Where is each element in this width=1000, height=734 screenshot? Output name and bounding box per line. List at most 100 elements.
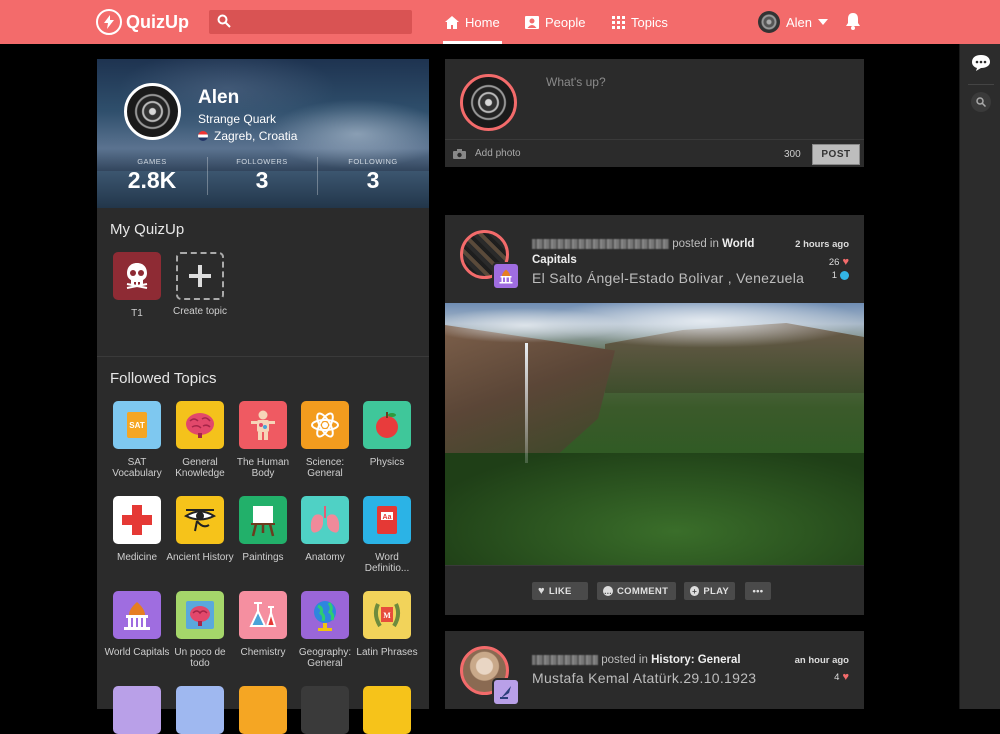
blurred-username[interactable] — [532, 238, 669, 249]
like-button[interactable]: ♥ LIKE — [532, 582, 588, 600]
topic-the-human-body[interactable] — [239, 401, 287, 449]
left-panel: Alen Strange Quark Zagreb, Croatia GAMES… — [97, 59, 429, 734]
nav-home[interactable]: Home — [443, 0, 502, 44]
post-button[interactable]: POST — [812, 144, 860, 165]
comment-icon: … — [603, 586, 613, 596]
play-label: PLAY — [703, 585, 729, 597]
flask-icon — [249, 602, 277, 627]
play-button[interactable]: + PLAY — [684, 582, 735, 600]
topic-tile-partial[interactable] — [176, 686, 224, 734]
stat-label: FOLLOWING — [348, 157, 398, 166]
topic-tile-partial[interactable] — [363, 686, 411, 734]
home-icon — [445, 15, 459, 29]
stat-label: GAMES — [137, 157, 167, 166]
comment-icon — [840, 271, 849, 280]
stat-label: FOLLOWERS — [236, 157, 288, 166]
body-icon — [251, 410, 275, 440]
topic-label: Create topic — [173, 306, 227, 317]
heart-icon: ♥ — [842, 671, 849, 683]
post-topic-link-cont[interactable]: Capitals — [532, 254, 577, 266]
create-topic-button[interactable] — [176, 252, 224, 300]
stat-games[interactable]: GAMES 2.8K — [97, 157, 207, 194]
eye-of-horus-icon — [183, 509, 217, 532]
topic-paintings[interactable] — [239, 496, 287, 544]
blurred-username[interactable] — [532, 654, 598, 665]
topic-physics[interactable] — [363, 401, 411, 449]
post-headline[interactable]: Mustafa Kemal Atatürk.29.10.1923 — [532, 670, 756, 686]
comment-count[interactable]: 1 — [832, 270, 849, 281]
history-quill-icon[interactable] — [492, 678, 520, 706]
search-icon — [217, 14, 231, 33]
profile-name[interactable]: Alen — [198, 87, 239, 109]
stat-value: 3 — [255, 167, 269, 193]
character-count: 300 — [784, 149, 801, 160]
comment-count-value: 1 — [831, 270, 837, 281]
post-actions: ♥ LIKE … COMMENT + PLAY ••• — [445, 565, 864, 615]
comment-button[interactable]: … COMMENT — [597, 582, 676, 600]
notifications-bell-icon[interactable] — [845, 12, 861, 35]
red-cross-icon — [122, 505, 152, 535]
topic-t1[interactable] — [113, 252, 161, 300]
book-icon: SAT — [127, 412, 147, 438]
chevron-down-icon — [818, 19, 829, 25]
topic-science-general[interactable] — [301, 401, 349, 449]
chat-icon[interactable] — [971, 54, 991, 77]
capitol-building-icon[interactable] — [492, 262, 520, 290]
topic-tile-partial[interactable] — [239, 686, 287, 734]
section-divider — [97, 356, 429, 357]
atom-icon — [311, 412, 339, 438]
like-count[interactable]: 4 ♥ — [834, 671, 849, 683]
profile-location: Zagreb, Croatia — [198, 129, 297, 143]
topic-ancient-history[interactable] — [176, 496, 224, 544]
apple-icon — [376, 412, 398, 438]
more-button[interactable]: ••• — [745, 582, 771, 600]
topic-word-definitions[interactable]: Aa — [363, 496, 411, 544]
topic-chemistry[interactable] — [239, 591, 287, 639]
topic-general-knowledge[interactable] — [176, 401, 224, 449]
topic-sat-vocabulary[interactable]: SAT — [113, 401, 161, 449]
topic-anatomy[interactable] — [301, 496, 349, 544]
topic-label: Medicine — [116, 552, 158, 563]
post-time: an hour ago — [794, 655, 849, 666]
topic-world-capitals[interactable] — [113, 591, 161, 639]
status-input[interactable]: What's up? — [546, 75, 606, 89]
comment-label: COMMENT — [617, 585, 669, 597]
photo-waterfall — [525, 343, 528, 463]
stat-following[interactable]: FOLLOWING 3 — [318, 157, 428, 194]
post-topic-link[interactable]: World — [722, 238, 754, 250]
topic-un-poco-de-todo[interactable] — [176, 591, 224, 639]
post-meta: posted in History: General — [532, 652, 741, 668]
post-meta: posted in World Capitals — [532, 236, 754, 268]
post-topic-link[interactable]: History: General — [651, 654, 740, 666]
topic-label: Anatomy — [305, 552, 345, 563]
globe-icon — [314, 601, 336, 631]
people-icon — [525, 15, 539, 29]
top-bar: QuizUp Home People Topics Alen — [0, 0, 1000, 44]
topic-geography-general[interactable] — [301, 591, 349, 639]
user-menu[interactable]: Alen — [758, 11, 829, 33]
topic-tile-partial[interactable] — [301, 686, 349, 734]
topic-latin-phrases[interactable]: M — [363, 591, 411, 639]
quizup-logo[interactable]: QuizUp — [96, 8, 189, 36]
user-name: Alen — [786, 14, 813, 30]
post-composer: What's up? Add photo 300 POST — [445, 59, 864, 167]
app-name: QuizUp — [126, 11, 189, 32]
nav-people[interactable]: People — [525, 0, 585, 44]
rail-search-icon[interactable] — [971, 92, 991, 112]
add-photo-button[interactable]: Add photo — [453, 148, 521, 159]
topic-medicine[interactable] — [113, 496, 161, 544]
post-headline[interactable]: El Salto Ángel-Estado Bolivar , Venezuel… — [532, 270, 804, 286]
post-photo[interactable] — [445, 303, 864, 565]
brain-frame-icon — [186, 601, 214, 629]
lightning-icon — [96, 9, 122, 35]
topic-label: Physics — [369, 457, 405, 468]
nav-topics[interactable]: Topics — [612, 0, 668, 44]
like-count[interactable]: 26 ♥ — [829, 256, 849, 268]
camera-icon — [453, 148, 466, 159]
my-quizup-title: My QuizUp — [110, 221, 185, 238]
easel-icon — [251, 506, 275, 537]
profile-avatar[interactable] — [124, 83, 181, 140]
stat-followers[interactable]: FOLLOWERS 3 — [207, 157, 317, 194]
search-input[interactable] — [209, 10, 412, 34]
topic-tile-partial[interactable] — [113, 686, 161, 734]
